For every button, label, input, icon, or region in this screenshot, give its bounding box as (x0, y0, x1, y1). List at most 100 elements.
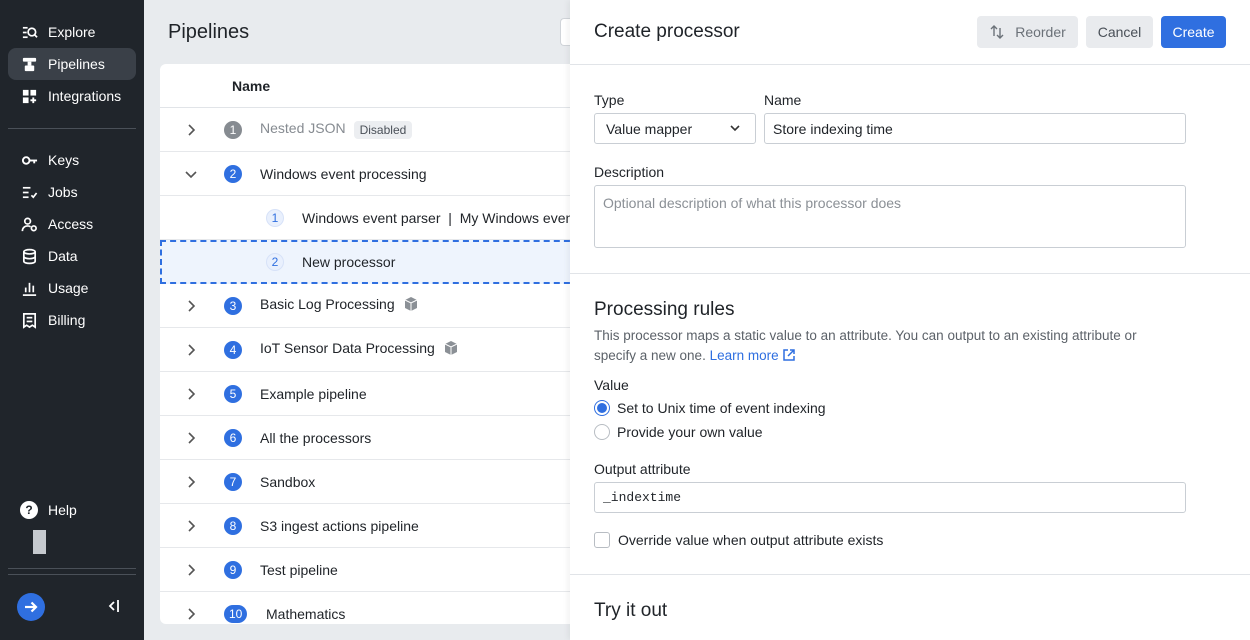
radio-own-value[interactable]: Provide your own value (594, 424, 763, 440)
divider (570, 574, 1250, 575)
section-title: Try it out (594, 600, 668, 621)
divider (570, 64, 1250, 65)
reorder-button[interactable]: Reorder (977, 16, 1078, 48)
row-name: Sandbox (260, 473, 316, 490)
sidebar-item-usage[interactable]: Usage (8, 272, 136, 304)
row-number-badge: 1 (224, 120, 242, 139)
rules-help-text: This processor maps a static value to an… (594, 328, 1137, 363)
output-label: Output attribute (594, 461, 691, 477)
table-row[interactable]: 9 Test pipeline (160, 548, 580, 592)
override-checkbox[interactable] (594, 532, 610, 548)
processor-row[interactable]: 1 Windows event parser | My Windows even… (160, 196, 580, 240)
divider (570, 273, 1250, 274)
sidebar-item-label: Billing (48, 312, 86, 328)
chevron-right-icon[interactable] (184, 299, 198, 313)
row-name: New processor (302, 254, 396, 270)
table-row[interactable]: 5 Example pipeline (160, 372, 580, 416)
chevron-right-icon[interactable] (184, 123, 198, 137)
app-logo-icon[interactable] (17, 593, 45, 621)
section-title: Processing rules (594, 299, 735, 320)
chevron-right-icon[interactable] (184, 607, 198, 621)
sidebar-item-billing[interactable]: Billing (8, 304, 136, 336)
radio-button[interactable] (594, 400, 610, 416)
help-icon: ? (20, 501, 38, 519)
cancel-button[interactable]: Cancel (1086, 16, 1153, 48)
database-icon (20, 247, 38, 265)
type-select[interactable]: Value mapper (594, 113, 756, 144)
integrations-icon (20, 87, 38, 105)
sidebar-item-explore[interactable]: Explore (8, 16, 136, 48)
chevron-right-icon[interactable] (184, 343, 198, 357)
package-icon (403, 296, 419, 315)
chevron-down-icon[interactable] (184, 167, 198, 181)
key-icon (20, 151, 38, 169)
row-number-badge: 5 (224, 384, 242, 403)
panel-title: Create processor (594, 21, 740, 42)
row-number-badge: 6 (224, 428, 242, 447)
explore-icon (20, 23, 38, 41)
row-number-badge: 8 (224, 516, 242, 535)
sidebar-item-label: Access (48, 216, 94, 232)
access-icon (20, 215, 38, 233)
sidebar-divider (8, 568, 136, 569)
table-row[interactable]: 10 Mathematics (160, 592, 580, 624)
table-row[interactable]: 1 Nested JSON Disabled (160, 108, 580, 152)
status-badge: Disabled (353, 120, 413, 139)
sidebar-item-label: Keys (48, 152, 80, 168)
chevron-right-icon[interactable] (184, 475, 198, 489)
row-name: All the processors (260, 429, 372, 446)
pipelines-icon (20, 55, 38, 73)
table-row[interactable]: 2 Windows event processing (160, 152, 580, 196)
override-checkbox-row[interactable]: Override value when output attribute exi… (594, 532, 883, 548)
sidebar-item-data[interactable]: Data (8, 240, 136, 272)
sidebar-item-label: Pipelines (48, 56, 105, 72)
collapse-sidebar-icon[interactable] (106, 598, 120, 614)
table-row[interactable]: 6 All the processors (160, 416, 580, 460)
sidebar-item-pipelines[interactable]: Pipelines (8, 48, 136, 80)
package-icon (443, 340, 459, 359)
jobs-icon (20, 183, 38, 201)
table-row[interactable]: 4 IoT Sensor Data Processing (160, 328, 580, 372)
chevron-right-icon[interactable] (184, 387, 198, 401)
radio-unix-time[interactable]: Set to Unix time of event indexing (594, 400, 826, 416)
create-button[interactable]: Create (1161, 16, 1226, 48)
name-input[interactable]: Store indexing time (764, 113, 1186, 144)
user-avatar[interactable] (33, 530, 46, 554)
sidebar: Explore Pipelines Integrations Keys Jobs… (0, 0, 144, 640)
table-row[interactable]: 8 S3 ingest actions pipeline (160, 504, 580, 548)
create-processor-panel: Create processor Reorder Cancel Create T… (570, 0, 1250, 640)
chevron-right-icon[interactable] (184, 563, 198, 577)
chevron-right-icon[interactable] (184, 431, 198, 445)
sidebar-divider (8, 128, 136, 129)
row-name: S3 ingest actions pipeline (260, 517, 419, 534)
row-number-badge: 4 (224, 340, 242, 359)
new-processor-drop-row[interactable]: 2 New processor (160, 240, 580, 284)
type-label: Type (594, 92, 625, 108)
sidebar-divider (8, 574, 136, 575)
table-row[interactable]: 7 Sandbox (160, 460, 580, 504)
column-header-name: Name (160, 64, 580, 108)
external-link-icon (782, 348, 796, 363)
page-title: Pipelines (168, 21, 250, 43)
sidebar-item-integrations[interactable]: Integrations (8, 80, 136, 112)
sidebar-item-keys[interactable]: Keys (8, 144, 136, 176)
row-name: Nested JSON Disabled (260, 120, 413, 139)
billing-icon (20, 311, 38, 329)
value-label: Value (594, 377, 629, 393)
chevron-right-icon[interactable] (184, 519, 198, 533)
sidebar-item-label: Integrations (48, 88, 122, 104)
pipelines-table: Name 1 Nested JSON Disabled 2 Windows eve… (160, 64, 580, 624)
row-name: Test pipeline (260, 561, 338, 578)
row-name: Example pipeline (260, 385, 367, 402)
row-name: IoT Sensor Data Processing (260, 340, 459, 359)
table-row[interactable]: 3 Basic Log Processing (160, 284, 580, 328)
sidebar-item-access[interactable]: Access (8, 208, 136, 240)
output-attribute-input[interactable]: _indextime (594, 482, 1186, 513)
sidebar-item-help[interactable]: ? Help (8, 494, 136, 526)
description-input[interactable]: Optional description of what this proces… (594, 185, 1186, 248)
radio-button[interactable] (594, 424, 610, 440)
sidebar-item-jobs[interactable]: Jobs (8, 176, 136, 208)
learn-more-link[interactable]: Learn more (710, 348, 797, 363)
row-number-badge: 3 (224, 296, 242, 315)
row-number-badge: 7 (224, 472, 242, 491)
